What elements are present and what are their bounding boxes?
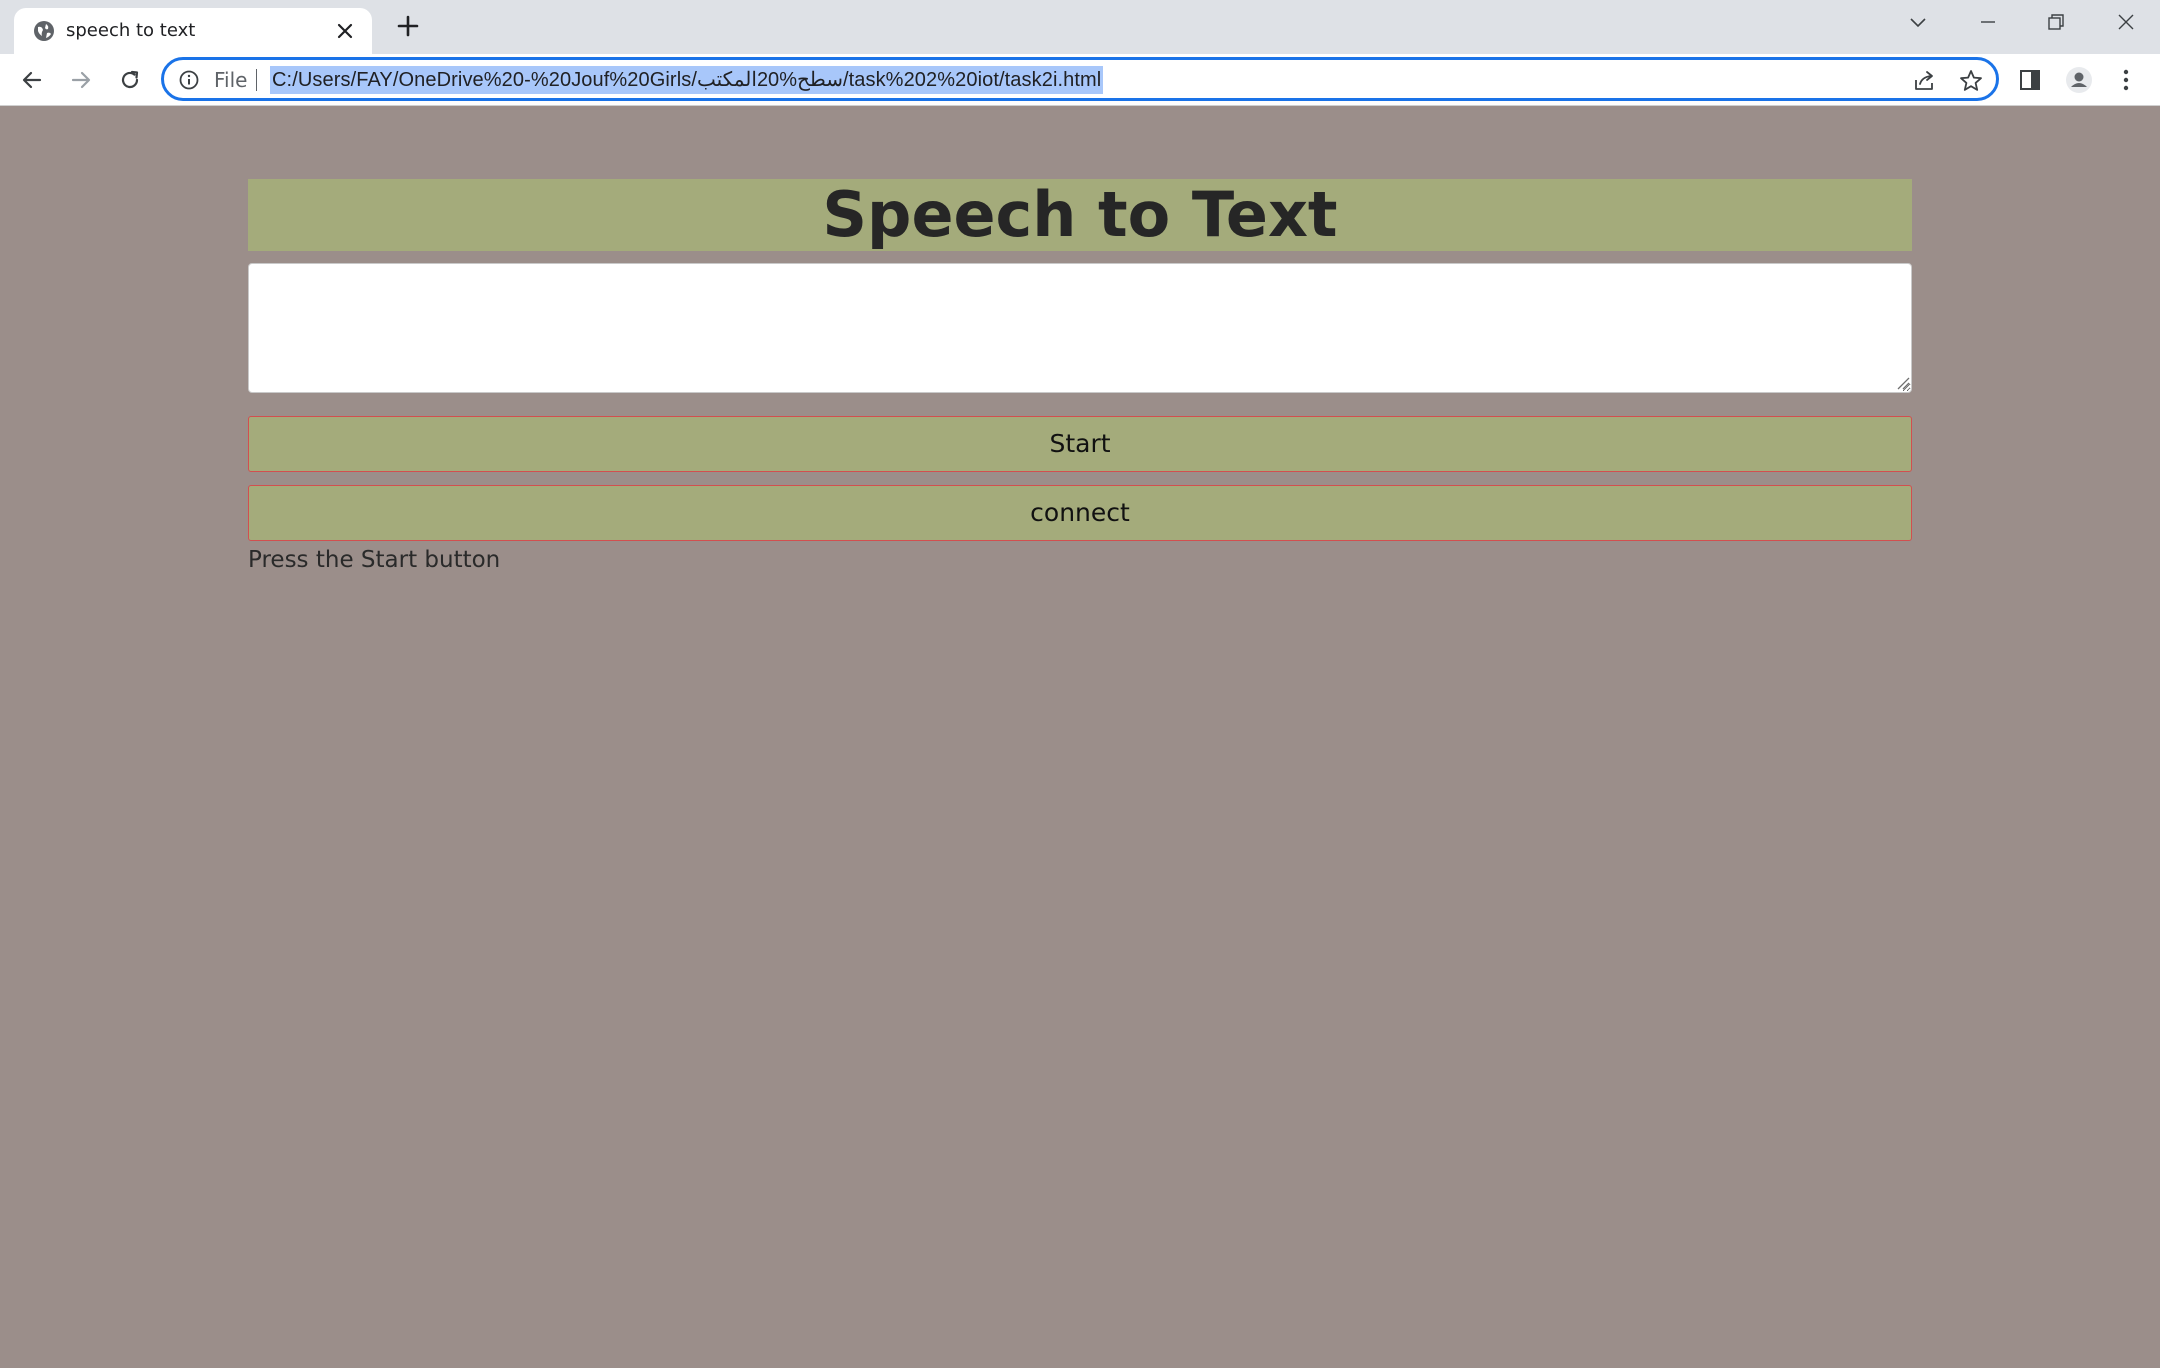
chevron-down-icon[interactable] — [1898, 6, 1938, 38]
start-button[interactable]: Start — [248, 416, 1912, 472]
page-title: Speech to Text — [248, 179, 1912, 251]
tab-title: speech to text — [66, 20, 196, 41]
browser-tab[interactable]: speech to text — [14, 8, 372, 54]
scheme-label: File — [214, 68, 248, 92]
info-icon[interactable] — [178, 69, 200, 91]
resize-grip-icon[interactable] — [1896, 375, 1910, 390]
minimize-icon[interactable] — [1968, 6, 2008, 38]
star-icon[interactable] — [1958, 68, 1984, 94]
share-icon[interactable] — [1911, 68, 1937, 94]
status-text: Press the Start button — [248, 547, 501, 573]
address-separator — [256, 69, 257, 91]
more-menu-icon[interactable] — [2112, 66, 2140, 94]
window-close-icon[interactable] — [2106, 6, 2146, 38]
plus-icon[interactable] — [392, 10, 424, 42]
profile-icon[interactable] — [2065, 66, 2093, 94]
globe-icon — [30, 17, 58, 45]
address-bar[interactable]: File C:/Users/FAY/OneDrive%20-%20Jouf%20… — [161, 57, 1999, 101]
url-text[interactable]: C:/Users/FAY/OneDrive%20-%20Jouf%20Girls… — [270, 66, 1104, 94]
connect-button[interactable]: connect — [248, 485, 1912, 541]
close-icon[interactable] — [334, 20, 356, 42]
restore-icon[interactable] — [2036, 6, 2076, 38]
side-panel-icon[interactable] — [2016, 66, 2044, 94]
speech-textarea[interactable] — [248, 263, 1912, 393]
page-content: Speech to Text Start connect Press the S… — [0, 107, 2160, 1368]
back-icon[interactable] — [14, 62, 50, 98]
tab-strip: speech to text — [0, 0, 2160, 54]
reload-icon[interactable] — [112, 62, 148, 98]
forward-icon[interactable] — [63, 62, 99, 98]
browser-toolbar: File C:/Users/FAY/OneDrive%20-%20Jouf%20… — [0, 54, 2160, 106]
